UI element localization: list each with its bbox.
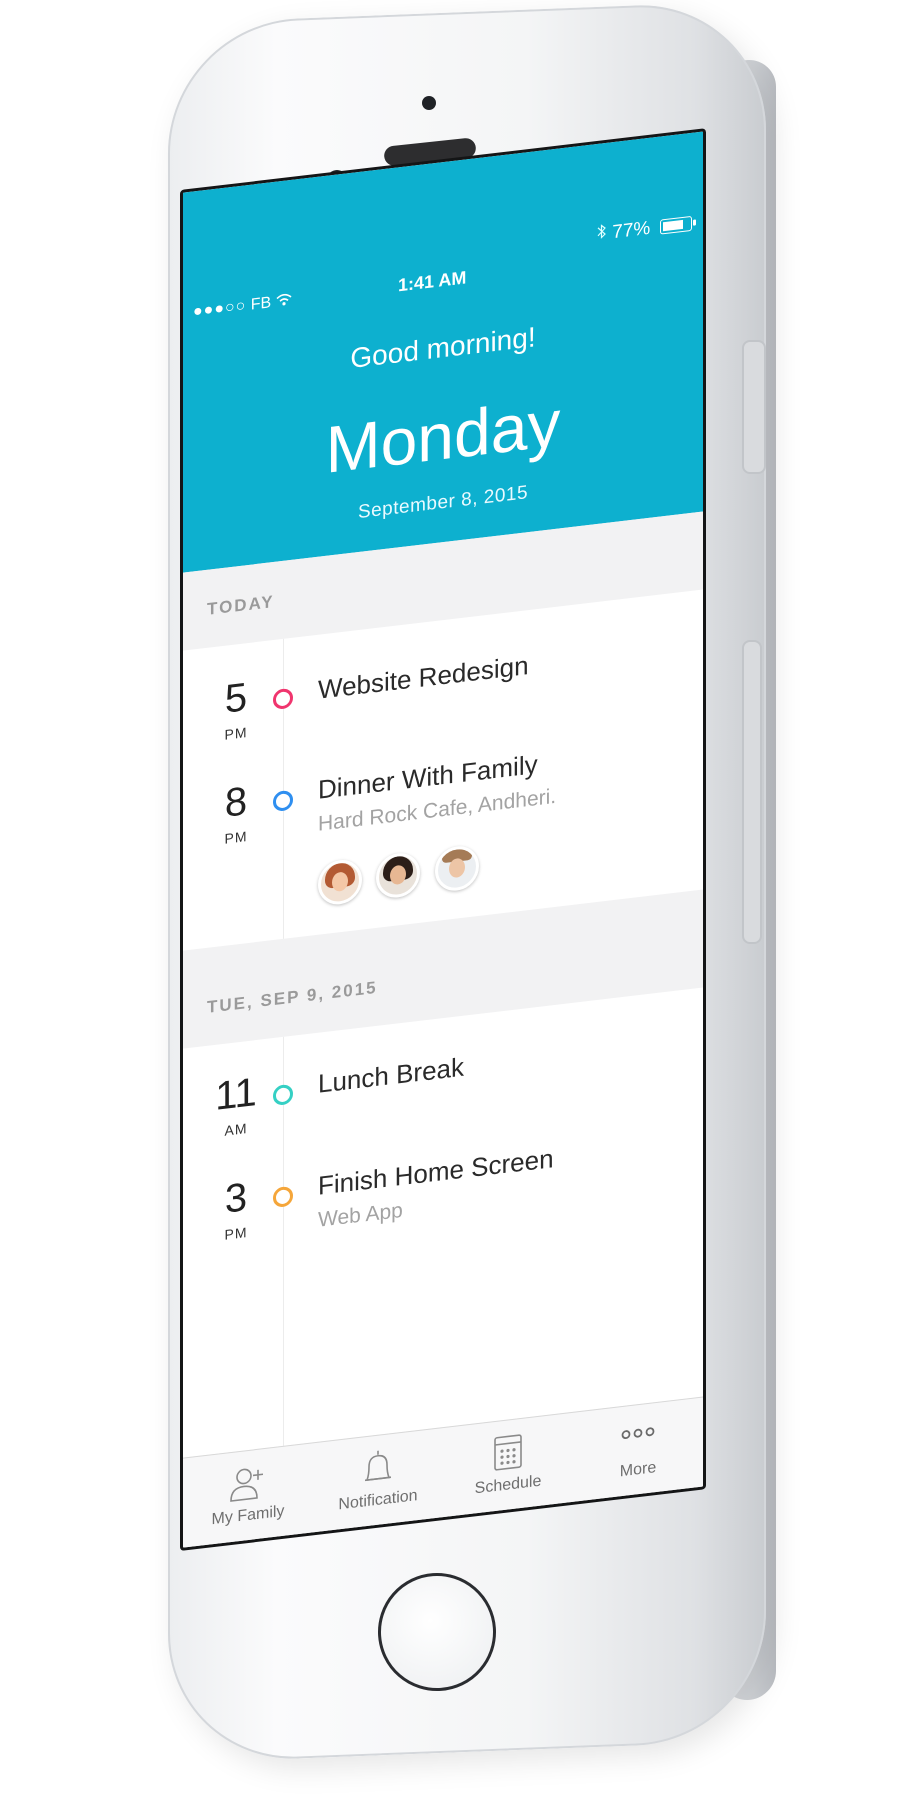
bluetooth-icon (597, 222, 612, 245)
bell-icon (358, 1445, 398, 1490)
more-dots-icon (618, 1415, 658, 1460)
status-bar-left: ●●●○○ FB (193, 292, 292, 322)
event-ampm: AM (224, 1120, 248, 1139)
section-heading: TUE, SEP 9, 2015 (207, 977, 378, 1017)
phone-screen: ●●●○○ FB 1:41 AM 77% Good morning! Monda… (180, 128, 706, 1551)
phone-side-slot (742, 640, 762, 944)
event-list-tuesday: 11 AM Lunch Break 3 PM Finish Home Scree… (183, 987, 703, 1459)
tab-schedule[interactable]: Schedule (443, 1413, 573, 1518)
event-status-ring (273, 1185, 293, 1209)
event-time: 3 PM (211, 1173, 261, 1245)
tab-notification[interactable]: Notification (313, 1428, 443, 1533)
tab-label: My Family (211, 1502, 285, 1529)
avatar[interactable] (376, 850, 421, 900)
calendar-grid-icon (488, 1430, 528, 1475)
proximity-sensor (422, 96, 436, 110)
event-status-ring (273, 789, 293, 813)
status-bar-right: 77% (597, 213, 692, 246)
event-list-today: 5 PM Website Redesign 8 PM Dinner With F… (183, 589, 703, 951)
event-title: Finish Home Screen (318, 1143, 554, 1201)
event-hour: 8 (224, 779, 248, 826)
event-time: 8 PM (211, 777, 261, 849)
tab-label: Schedule (474, 1472, 542, 1498)
tab-label: Notification (338, 1487, 418, 1514)
battery-percent: 77% (612, 217, 651, 244)
event-ampm: PM (224, 828, 248, 847)
avatar[interactable] (434, 843, 479, 894)
attendee-avatars (318, 843, 489, 912)
event-subtitle: Web App (318, 1198, 403, 1232)
signal-strength: ●●●○○ (193, 297, 247, 321)
event-status-ring (273, 1083, 293, 1107)
status-time: 1:41 AM (398, 267, 467, 296)
header-banner: ●●●○○ FB 1:41 AM 77% Good morning! Monda… (183, 131, 703, 573)
event-time: 5 PM (211, 673, 261, 745)
event-hour: 11 (215, 1069, 257, 1119)
tab-my-family[interactable]: My Family (183, 1443, 313, 1548)
carrier-name: FB (250, 294, 272, 314)
event-title: Website Redesign (318, 650, 529, 705)
phone-power-button (742, 340, 766, 474)
tab-label: More (619, 1459, 657, 1481)
event-ampm: PM (224, 1224, 248, 1243)
add-user-icon (228, 1461, 268, 1506)
event-hour: 5 (224, 675, 248, 722)
tab-more[interactable]: More (573, 1398, 703, 1503)
event-title: Lunch Break (318, 1051, 464, 1099)
avatar[interactable] (318, 857, 362, 907)
event-status-ring (273, 687, 293, 711)
event-hour: 3 (224, 1175, 248, 1222)
wifi-icon (276, 292, 292, 311)
event-time: 11 AM (211, 1069, 261, 1141)
event-ampm: PM (224, 724, 248, 743)
section-heading: TODAY (207, 591, 275, 619)
battery-icon (659, 215, 692, 235)
